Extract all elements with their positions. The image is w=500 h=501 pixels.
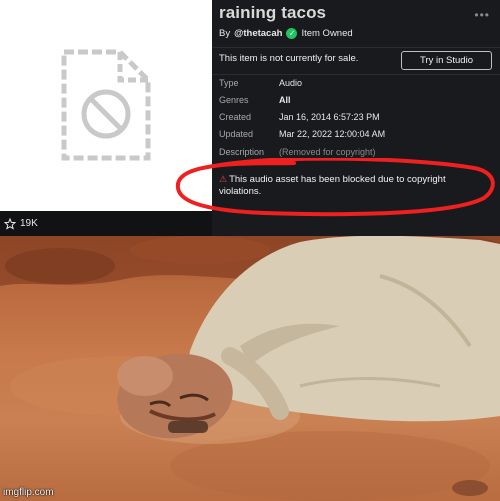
detail-key: Genres (219, 95, 249, 105)
try-in-studio-button[interactable]: Try in Studio (401, 51, 492, 70)
owned-check-icon: ✓ (286, 28, 298, 39)
owned-label: Item Owned (301, 28, 353, 39)
star-icon[interactable] (4, 217, 16, 230)
reaction-photo: imgflip.com (0, 236, 500, 501)
imgflip-watermark: imgflip.com (3, 487, 54, 498)
red-annotation-circle (175, 158, 495, 217)
detail-value[interactable]: All (279, 95, 291, 105)
detail-row-updated: Updated Mar 22, 2022 12:00:04 AM (219, 129, 385, 139)
detail-row-description: Description (Removed for copyright) (219, 147, 376, 157)
detail-key: Description (219, 147, 265, 157)
creator-link[interactable]: @thetacah (234, 28, 282, 39)
divider (212, 74, 500, 75)
by-prefix: By (219, 28, 231, 39)
detail-key: Updated (219, 129, 254, 139)
item-page-screenshot: 19K raining tacos ••• By @thetacah ✓ Ite… (0, 0, 500, 236)
item-title: raining tacos (219, 3, 327, 22)
detail-row-genres: Genres All (219, 95, 291, 105)
favorite-count: 19K (20, 218, 38, 229)
blocked-file-icon (61, 49, 151, 161)
divider (212, 47, 500, 48)
detail-value: Mar 22, 2022 12:00:04 AM (279, 129, 386, 139)
man-on-ground-image (0, 236, 500, 501)
creator-line: By @thetacah ✓ Item Owned (219, 28, 353, 39)
detail-key: Type (219, 78, 239, 88)
detail-row-type: Type Audio (219, 78, 302, 88)
detail-key: Created (219, 112, 252, 122)
sale-status: This item is not currently for sale. (219, 53, 359, 64)
detail-row-created: Created Jan 16, 2014 6:57:23 PM (219, 112, 380, 122)
detail-value: Audio (279, 78, 303, 88)
detail-value: (Removed for copyright) (279, 147, 376, 157)
detail-value: Jan 16, 2014 6:57:23 PM (279, 112, 380, 122)
more-options-icon[interactable]: ••• (474, 8, 490, 22)
